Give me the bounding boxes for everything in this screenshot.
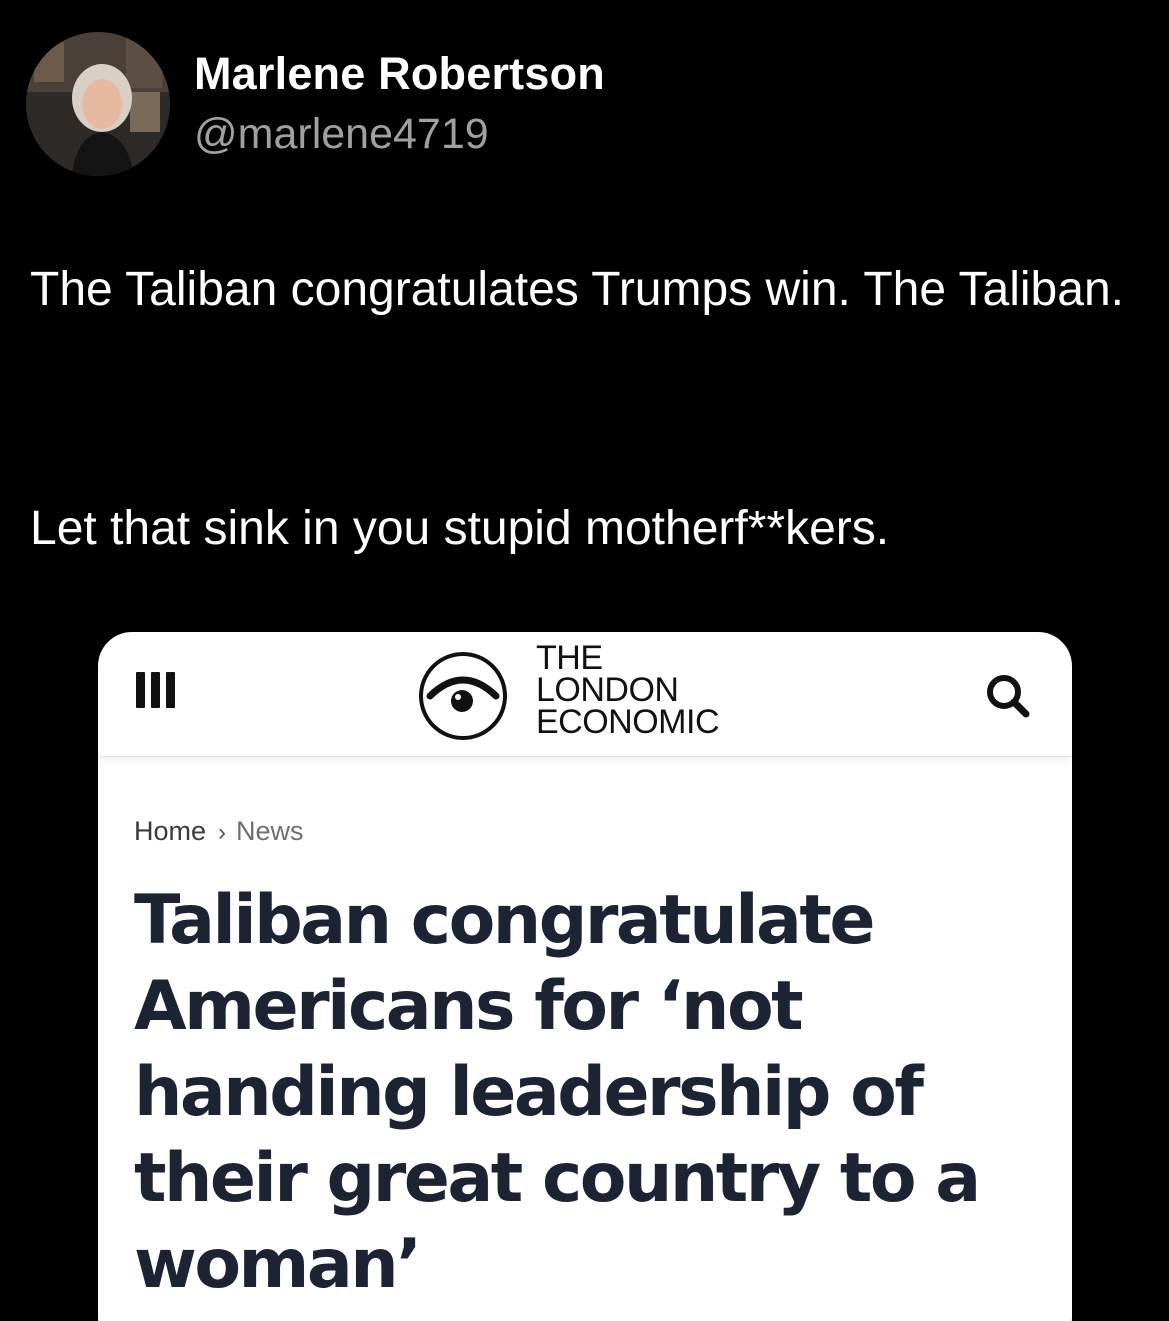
post-text-paragraph: Let that sink in you stupid motherf**ker… [30, 502, 890, 555]
article-headline[interactable]: Taliban congratulate Americans for ‘not … [134, 878, 1034, 1308]
embedded-article-screenshot[interactable]: THE LONDON ECONOMIC Home › News Taliban co… [98, 632, 1072, 1321]
eye-icon [419, 652, 507, 740]
breadcrumb: Home › News [134, 816, 304, 847]
avatar[interactable] [26, 32, 170, 176]
post-header: Marlene Robertson @marlene4719 [26, 30, 1136, 180]
site-header: THE LONDON ECONOMIC [98, 632, 1072, 757]
site-logo[interactable]: THE LONDON ECONOMIC [416, 639, 756, 746]
user-handle[interactable]: @marlene4719 [194, 110, 489, 159]
logo-line: LONDON [536, 671, 679, 709]
chevron-right-icon: › [218, 819, 227, 846]
display-name[interactable]: Marlene Robertson [194, 48, 605, 100]
avatar-photo [26, 32, 170, 176]
hamburger-menu-icon[interactable] [136, 672, 180, 712]
logo-wordmark: THE LONDON ECONOMIC [536, 639, 720, 741]
logo-line: ECONOMIC [536, 703, 720, 741]
logo-line: THE [536, 639, 603, 677]
breadcrumb-news-link[interactable]: News [236, 816, 304, 846]
search-icon[interactable] [980, 668, 1036, 724]
breadcrumb-home-link[interactable]: Home [134, 816, 206, 846]
post-text-paragraph: The Taliban congratulates Trumps win. Th… [30, 263, 1124, 316]
